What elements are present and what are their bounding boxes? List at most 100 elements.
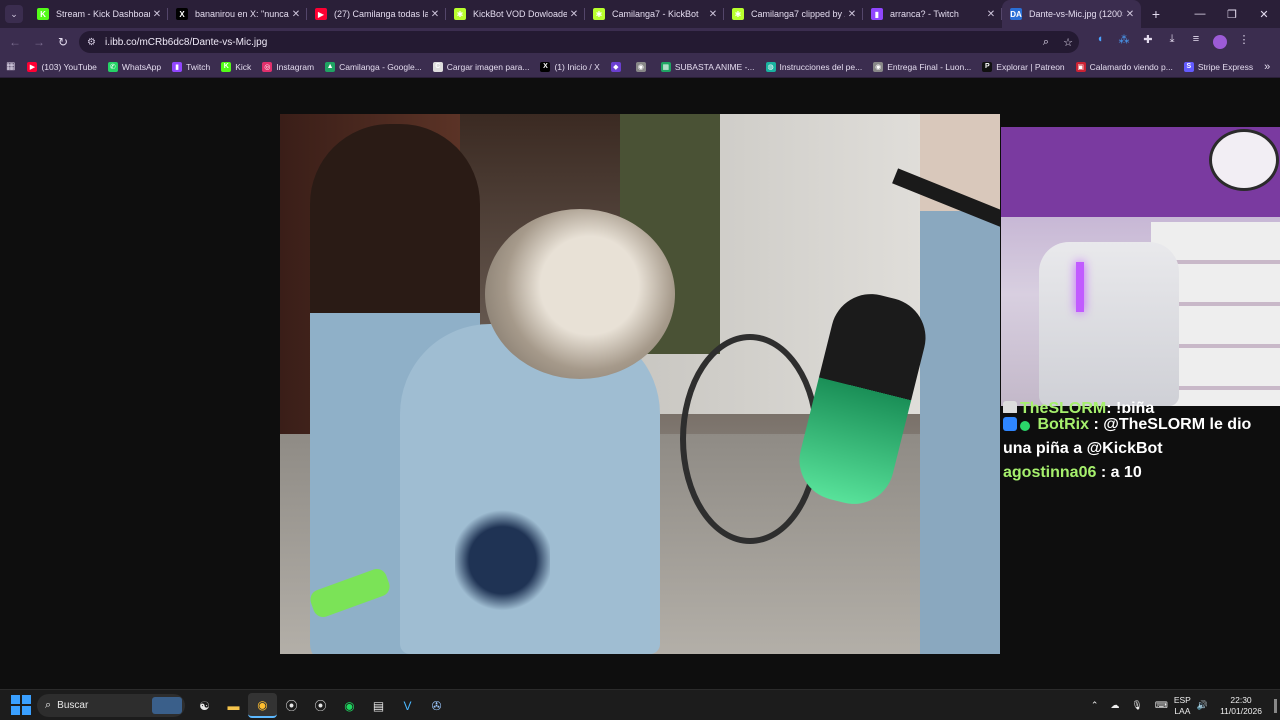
windows-start-icon[interactable] bbox=[11, 695, 31, 715]
bookmark-item[interactable]: ▦ SUBASTA ANIME -... bbox=[660, 61, 755, 72]
chat-message: : !piña bbox=[1106, 401, 1155, 413]
bookmark-item[interactable]: ◍ Instrucciones del pe... bbox=[765, 61, 862, 72]
chat-username: agostinna06 bbox=[1003, 464, 1097, 481]
steam-icon[interactable]: ✇ bbox=[422, 693, 451, 718]
menu-kebab-icon[interactable]: ⋮ bbox=[1232, 33, 1256, 49]
bookmark-item[interactable]: ▲ Camilanga - Google... bbox=[325, 61, 422, 72]
obs-icon[interactable]: ⦿ bbox=[277, 693, 306, 718]
browser-tab[interactable]: ✱ KickBot VOD Dowloader ✕ bbox=[446, 0, 585, 28]
close-tab-icon[interactable]: ✕ bbox=[1123, 9, 1137, 20]
bookmark-item[interactable]: K Kick bbox=[221, 61, 251, 72]
close-tab-icon[interactable]: ✕ bbox=[706, 9, 720, 20]
browser-tab[interactable]: DA Dante-vs-Mic.jpg (1200×...✕ bbox=[1002, 0, 1141, 28]
new-tab-button[interactable]: + bbox=[1147, 6, 1165, 22]
chat-message: : a 10 bbox=[1100, 464, 1142, 481]
twitch-icon: ▮ bbox=[871, 8, 883, 20]
bookmark-item[interactable]: ▣ Calamardo viendo p... bbox=[1075, 61, 1173, 72]
browser-tab[interactable]: ▮ arranca? - Twitch ✕ bbox=[863, 0, 1002, 28]
tab-title: bananirou en X: "nunca pi... bbox=[195, 9, 289, 19]
bookmark-item[interactable]: ✆ WhatsApp bbox=[107, 61, 162, 72]
bookmark-label: Twitch bbox=[186, 61, 211, 72]
bookmark-favicon-icon: ▶ bbox=[27, 61, 38, 72]
file-explorer-icon[interactable]: ▬ bbox=[219, 693, 248, 718]
bookmark-item[interactable]: ◆ bbox=[610, 61, 625, 72]
close-tab-icon[interactable]: ✕ bbox=[428, 9, 442, 20]
browser-tab[interactable]: K Stream - Kick Dashboard ✕ bbox=[29, 0, 168, 28]
kick-icon: K bbox=[37, 8, 49, 20]
bookmark-item[interactable]: X (1) Inicio / X bbox=[540, 61, 600, 72]
extension-icon-2[interactable]: ⁂ bbox=[1112, 33, 1136, 49]
bookmark-star-icon[interactable]: ☆ bbox=[1057, 36, 1079, 49]
bookmark-item[interactable]: ◉ bbox=[635, 61, 650, 72]
browser-tab[interactable]: ▶ (27) Camilanga todas las t...✕ bbox=[307, 0, 446, 28]
webcam-neon-light bbox=[1076, 262, 1084, 312]
speaker-icon[interactable]: 🔊 bbox=[1197, 700, 1208, 711]
tray-overflow-icon[interactable]: ⌃ bbox=[1091, 700, 1099, 711]
ibb-icon: DA bbox=[1010, 8, 1022, 20]
close-tab-icon[interactable]: ✕ bbox=[984, 9, 998, 20]
browser-toolbar: ← → ↻ ⚙ i.ibb.co/mCRb6dc8/Dante-vs-Mic.j… bbox=[0, 28, 1280, 56]
more-bookmarks-icon[interactable]: » bbox=[1264, 61, 1270, 73]
address-bar[interactable]: ⚙ i.ibb.co/mCRb6dc8/Dante-vs-Mic.jpg ⌕ ☆ bbox=[79, 31, 1079, 53]
bookmarks-bar: ▦ ▶ (103) YouTube ✆ WhatsApp ▮ Twitch K Kick ◎ In… bbox=[0, 56, 1280, 78]
bookmark-favicon-icon: S bbox=[1183, 61, 1194, 72]
bookmark-item[interactable]: ▶ (103) YouTube bbox=[27, 61, 97, 72]
language-indicator[interactable]: ESP LAA bbox=[1174, 695, 1191, 717]
url-text[interactable]: i.ibb.co/mCRb6dc8/Dante-vs-Mic.jpg bbox=[105, 37, 267, 48]
show-desktop-button[interactable] bbox=[1274, 698, 1277, 713]
x-icon: X bbox=[176, 8, 188, 20]
browser-tab[interactable]: ✱ Camilanga7 clipped by Ze...✕ bbox=[724, 0, 863, 28]
obs-secondary-icon[interactable]: ⦿ bbox=[306, 693, 335, 718]
widgets-icon[interactable]: ☯ bbox=[190, 693, 219, 718]
close-tab-icon[interactable]: ✕ bbox=[845, 9, 859, 20]
bookmark-item[interactable]: S Stripe Express bbox=[1183, 61, 1253, 72]
bookmark-item[interactable]: ◉ Entrega Final - Luon... bbox=[873, 61, 971, 72]
extension-icon-1[interactable]: ◖ bbox=[1088, 33, 1112, 49]
keyboard-icon[interactable]: ⌨ bbox=[1155, 700, 1168, 711]
recorder-icon[interactable]: ▤ bbox=[364, 693, 393, 718]
reload-icon[interactable]: ↻ bbox=[51, 35, 75, 49]
site-info-icon[interactable]: ⚙ bbox=[87, 37, 99, 48]
webcam-overlay bbox=[1001, 127, 1280, 406]
browser-tab[interactable]: Xbananirou en X: "nunca pi...✕ bbox=[168, 0, 307, 28]
zoom-icon[interactable]: ⌕ bbox=[1035, 36, 1057, 49]
close-tab-icon[interactable]: ✕ bbox=[150, 9, 164, 20]
clock[interactable]: 22:30 11/01/2026 bbox=[1220, 695, 1262, 717]
chat-username: BotRix bbox=[1037, 416, 1090, 433]
extensions-puzzle-icon[interactable]: ✚ bbox=[1136, 33, 1160, 49]
media-controls-icon[interactable]: ≡ bbox=[1184, 33, 1208, 49]
chat-badge-icon bbox=[1003, 417, 1017, 431]
apps-grid-icon[interactable]: ▦ bbox=[6, 61, 15, 72]
download-icon[interactable]: ⤓ bbox=[1160, 33, 1184, 49]
search-highlight-icon bbox=[152, 697, 182, 714]
bookmark-item[interactable]: ◎ Instagram bbox=[262, 61, 314, 72]
close-tab-icon[interactable]: ✕ bbox=[567, 9, 581, 20]
close-tab-icon[interactable]: ✕ bbox=[289, 9, 303, 20]
tab-title: arranca? - Twitch bbox=[890, 9, 959, 19]
displayed-image bbox=[280, 114, 1000, 654]
clock-time: 22:30 bbox=[1230, 694, 1252, 705]
spotify-icon[interactable]: ◉ bbox=[335, 693, 364, 718]
bookmark-item[interactable]: ▮ Twitch bbox=[172, 61, 211, 72]
onedrive-icon[interactable]: ☁ bbox=[1110, 700, 1119, 711]
microphone-icon[interactable]: 🎙 bbox=[1131, 700, 1142, 711]
vegas-icon[interactable]: V bbox=[393, 693, 422, 718]
bookmark-favicon-icon: ▲ bbox=[325, 61, 336, 72]
forward-icon[interactable]: → bbox=[27, 35, 51, 49]
profile-avatar[interactable] bbox=[1213, 35, 1227, 49]
back-icon[interactable]: ← bbox=[3, 35, 27, 49]
chat-username: TheSLORM bbox=[1020, 401, 1107, 413]
tab-search-icon[interactable]: ⌄ bbox=[5, 5, 23, 23]
bookmark-label: WhatsApp bbox=[121, 61, 162, 72]
bookmark-item[interactable]: P Explorar | Patreon bbox=[982, 61, 1065, 72]
minimize-button[interactable]: — bbox=[1184, 8, 1216, 21]
bookmark-favicon-icon: ◉ bbox=[635, 61, 646, 72]
taskbar-search[interactable]: ⌕ Buscar bbox=[37, 694, 185, 717]
close-window-button[interactable]: ✕ bbox=[1248, 8, 1280, 21]
bookmark-item[interactable]: C Cargar imagen para... bbox=[432, 61, 529, 72]
browser-tab[interactable]: ✱ Camilanga7 - KickBot ✕ bbox=[585, 0, 724, 28]
chrome-icon[interactable]: ◉ bbox=[248, 693, 277, 718]
image-shirt-print bbox=[455, 504, 550, 629]
webcam-gaming-chair bbox=[1039, 242, 1179, 406]
maximize-button[interactable]: ❐ bbox=[1216, 8, 1248, 21]
